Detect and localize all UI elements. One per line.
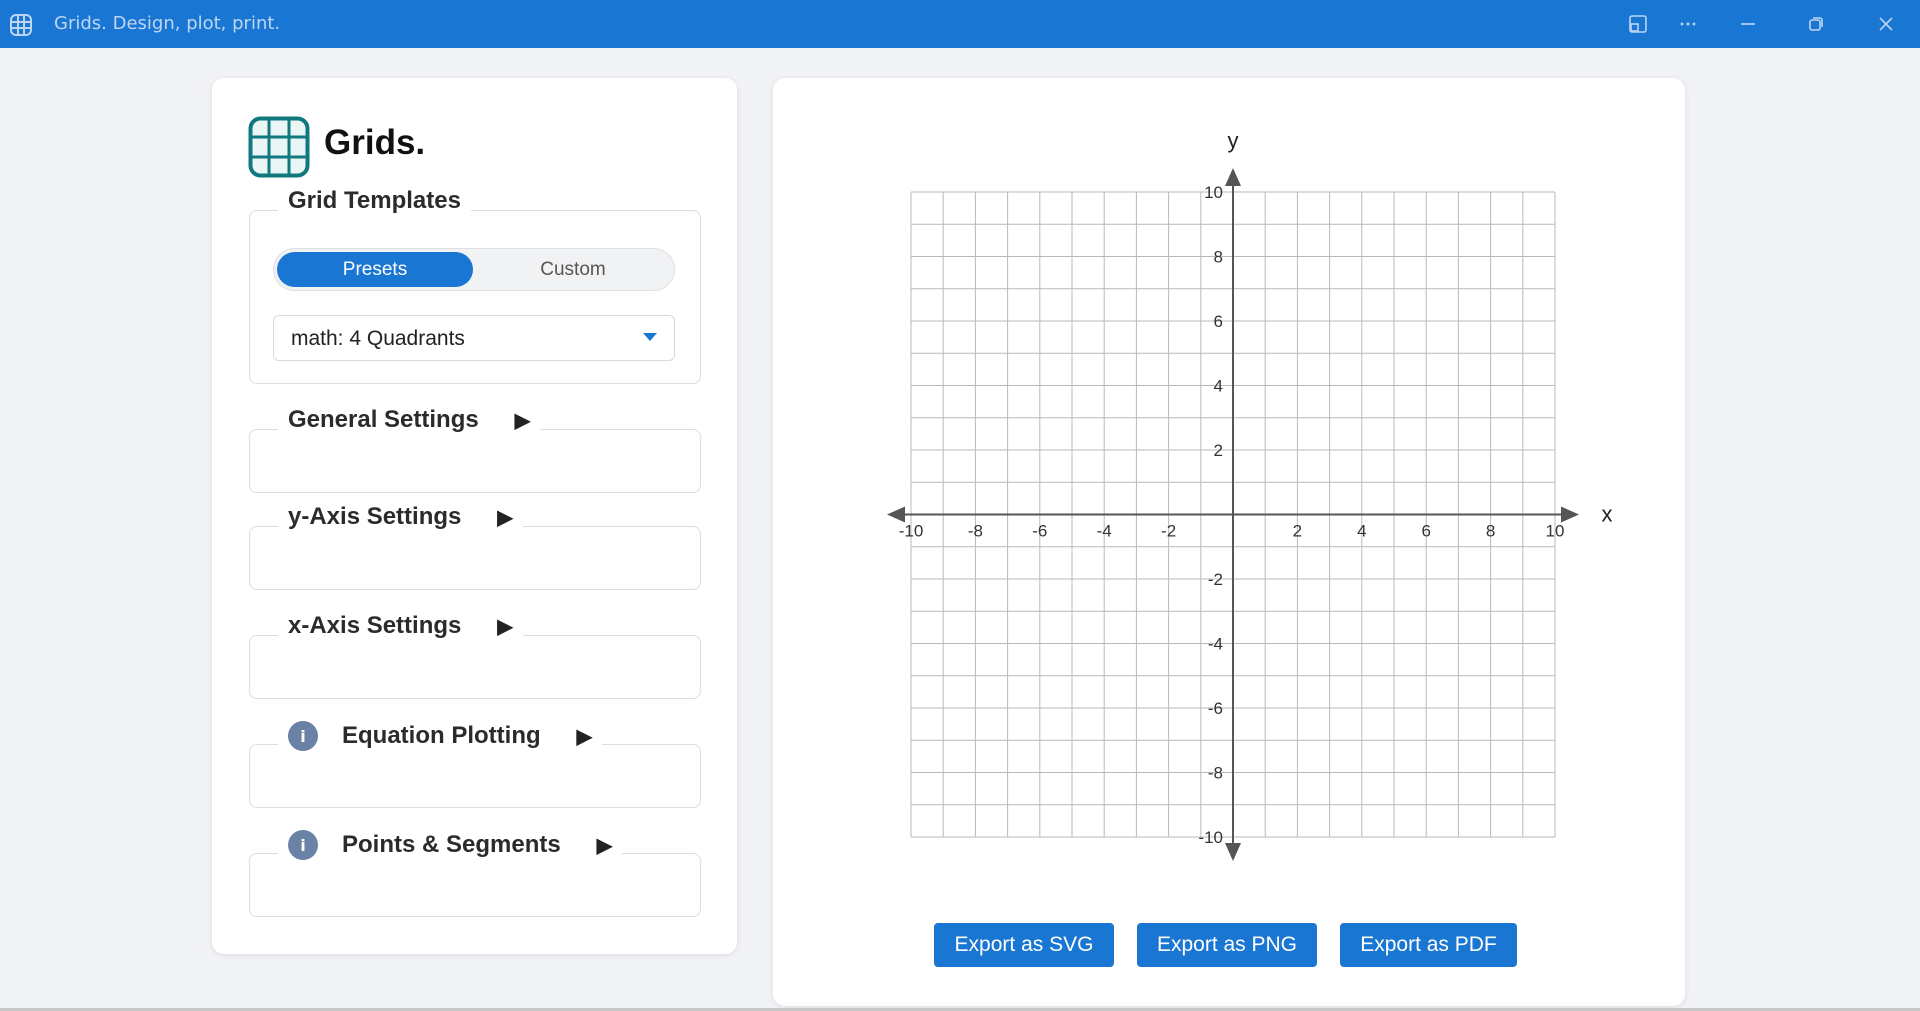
general-settings-header[interactable]: General Settings ▶ (278, 406, 541, 434)
settings-panel: Grids. Grid Templates Presets Custom mat… (212, 78, 737, 954)
y-tick-label: -2 (1208, 570, 1223, 589)
template-mode-toggle: Presets Custom (273, 248, 675, 291)
tab-custom[interactable]: Custom (475, 252, 671, 287)
y-tick-label: 2 (1214, 441, 1223, 460)
x-axis-settings-header[interactable]: x-Axis Settings ▶ (278, 612, 523, 640)
general-settings-section[interactable]: General Settings ▶ (249, 406, 701, 493)
app-logo-text: Grids. (324, 123, 426, 162)
restore-button[interactable] (1786, 0, 1846, 48)
y-tick-label: 4 (1214, 377, 1223, 396)
restore-icon (1809, 17, 1823, 31)
general-settings-title: General Settings (288, 406, 479, 433)
x-tick-label: 2 (1293, 522, 1302, 541)
x-tick-label: -4 (1097, 522, 1112, 541)
preview-panel: x y -10 -8 -6 -4 -2 2 4 6 8 10 -10 -8 -6 -4 -2 2 4 6 8 10 Exp… (773, 78, 1685, 1006)
close-icon (1879, 17, 1893, 31)
y-tick-label: -10 (1198, 828, 1223, 847)
grid-templates-section: Grid Templates Presets Custom math: 4 Qu… (249, 187, 701, 384)
x-axis-arrow-left-icon (887, 506, 905, 523)
minimize-icon (1741, 23, 1755, 25)
preset-select-value: math: 4 Quadrants (291, 327, 465, 350)
x-tick-label: 8 (1486, 522, 1495, 541)
points-segments-header[interactable]: i Points & Segments ▶ (278, 830, 623, 860)
y-tick-label: -4 (1208, 635, 1223, 654)
preset-select[interactable]: math: 4 Quadrants (273, 315, 675, 361)
y-axis-arrow-up-icon (1225, 168, 1241, 186)
close-button[interactable] (1856, 0, 1916, 48)
x-tick-label: 4 (1357, 522, 1366, 541)
window-title: Grids. Design, plot, print. (54, 13, 281, 34)
export-svg-button[interactable]: Export as SVG (934, 923, 1114, 967)
chevron-down-icon (643, 333, 657, 341)
points-segments-title: Points & Segments (342, 831, 561, 858)
export-pdf-button[interactable]: Export as PDF (1340, 923, 1517, 967)
title-bar: Grids. Design, plot, print. (0, 0, 1920, 48)
grids-logo-icon (248, 116, 310, 178)
expand-arrow-icon: ▶ (497, 615, 513, 638)
x-axis-settings-title: x-Axis Settings (288, 612, 462, 639)
equation-plotting-section[interactable]: i Equation Plotting ▶ (249, 721, 701, 808)
y-axis-settings-header[interactable]: y-Axis Settings ▶ (278, 503, 523, 531)
x-tick-label: -2 (1161, 522, 1176, 541)
x-tick-label: -8 (968, 522, 983, 541)
minimize-button[interactable] (1718, 0, 1778, 48)
x-axis-arrow-right-icon (1561, 506, 1579, 523)
info-icon[interactable]: i (288, 830, 318, 860)
x-tick-label: -6 (1032, 522, 1047, 541)
expand-arrow-icon: ▶ (596, 834, 613, 857)
x-axis-settings-section[interactable]: x-Axis Settings ▶ (249, 612, 701, 699)
x-tick-label: 10 (1546, 522, 1565, 541)
x-axis-title: x (1602, 502, 1613, 527)
y-tick-label: -6 (1208, 699, 1223, 718)
expand-arrow-icon: ▶ (576, 725, 593, 748)
y-axis-title: y (1228, 128, 1239, 153)
export-png-button[interactable]: Export as PNG (1137, 923, 1317, 967)
ellipsis-icon (1680, 22, 1696, 26)
x-tick-label: 6 (1421, 522, 1430, 541)
y-tick-label: -8 (1208, 764, 1223, 783)
expand-arrow-icon: ▶ (514, 409, 531, 432)
info-icon[interactable]: i (288, 721, 318, 751)
cast-icon (1629, 15, 1647, 33)
equation-plotting-title: Equation Plotting (342, 722, 541, 749)
grid-templates-title: Grid Templates (288, 187, 461, 214)
points-segments-section[interactable]: i Points & Segments ▶ (249, 830, 701, 917)
y-axis-settings-title: y-Axis Settings (288, 503, 462, 530)
expand-arrow-icon: ▶ (497, 506, 513, 529)
x-tick-label: -10 (899, 522, 924, 541)
tab-presets[interactable]: Presets (277, 252, 473, 287)
coordinate-grid: x y -10 -8 -6 -4 -2 2 4 6 8 10 -10 -8 -6 -4 -2 2 4 6 8 10 (887, 128, 1613, 861)
y-tick-label: 10 (1204, 183, 1223, 202)
more-button[interactable] (1658, 0, 1718, 48)
y-tick-label: 6 (1214, 312, 1223, 331)
y-tick-label: 8 (1214, 248, 1223, 267)
equation-plotting-header[interactable]: i Equation Plotting ▶ (278, 721, 603, 751)
app-grid-icon (10, 14, 32, 36)
y-axis-settings-section[interactable]: y-Axis Settings ▶ (249, 503, 701, 590)
y-axis-arrow-down-icon (1225, 843, 1241, 861)
grid-templates-legend: Grid Templates (278, 187, 471, 215)
